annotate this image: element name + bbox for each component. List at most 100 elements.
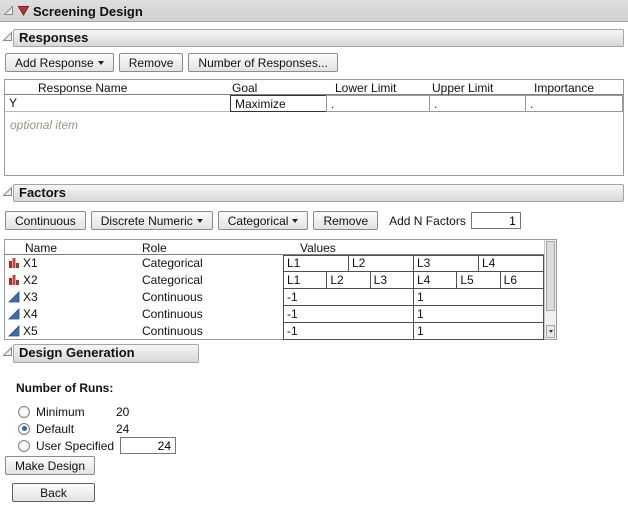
number-of-runs-label: Number of Runs:: [16, 381, 113, 395]
window-title: Screening Design: [33, 4, 143, 19]
design-generation-disclosure-icon[interactable]: [2, 346, 13, 357]
radio-minimum[interactable]: [18, 406, 30, 418]
radio-default[interactable]: [18, 423, 30, 435]
continuous-label: Continuous: [15, 214, 76, 228]
factor-value-cell[interactable]: 1: [413, 306, 544, 323]
factor-role-cell[interactable]: Continuous: [142, 306, 272, 323]
responses-header-label: Responses: [19, 30, 88, 45]
responses-table-header: Response Name Goal Lower Limit Upper Lim…: [5, 80, 623, 95]
remove-factor-label: Remove: [323, 214, 368, 228]
radio-user-specified-label: User Specified: [36, 439, 116, 453]
factor-value-cell[interactable]: L2: [326, 272, 370, 289]
responses-toolbar: Add Response Remove Number of Responses.…: [5, 53, 338, 72]
response-name-cell[interactable]: Y: [5, 95, 230, 112]
scroll-down-button[interactable]: [546, 325, 555, 338]
add-n-factors-input[interactable]: [471, 212, 521, 229]
remove-response-button[interactable]: Remove: [119, 53, 184, 72]
radio-minimum-label: Minimum: [36, 405, 116, 419]
column-header-response-name: Response Name: [38, 81, 127, 95]
factor-role-cell[interactable]: Categorical: [142, 272, 272, 289]
response-lower-limit-cell[interactable]: .: [326, 95, 430, 112]
add-response-label: Add Response: [15, 56, 94, 70]
column-header-upper-limit: Upper Limit: [432, 81, 493, 95]
add-n-factors-label: Add N Factors: [389, 214, 466, 228]
factor-values: -1 1: [283, 323, 544, 340]
column-header-role: Role: [142, 241, 167, 255]
factor-value-cell[interactable]: 1: [413, 289, 544, 306]
add-response-button[interactable]: Add Response: [5, 53, 114, 72]
factor-row: X2 Categorical L1 L2 L3 L4 L5 L6: [5, 272, 544, 289]
responses-section-header[interactable]: Responses: [13, 29, 624, 47]
response-importance-cell[interactable]: .: [525, 95, 623, 112]
factor-values: -1 1: [283, 306, 544, 323]
factor-values: L1 L2 L3 L4 L5 L6: [283, 272, 544, 289]
factor-name-cell[interactable]: X3: [23, 289, 103, 306]
factor-value-cell[interactable]: 1: [413, 323, 544, 340]
make-design-button[interactable]: Make Design: [5, 456, 95, 475]
column-header-goal: Goal: [232, 81, 257, 95]
response-row: Y Maximize . . .: [5, 95, 623, 112]
factor-role-cell[interactable]: Categorical: [142, 255, 272, 272]
factor-values: L1 L2 L3 L4: [283, 255, 544, 272]
radio-default-label: Default: [36, 422, 116, 436]
factor-value-cell[interactable]: L1: [283, 272, 327, 289]
factor-row: X3 Continuous -1 1: [5, 289, 544, 306]
categorical-icon: [8, 257, 20, 269]
scrollbar-thumb[interactable]: [546, 241, 555, 311]
red-triangle-menu-icon[interactable]: [17, 5, 30, 17]
factors-disclosure-icon[interactable]: [2, 186, 13, 197]
remove-factor-button[interactable]: Remove: [313, 211, 378, 230]
number-of-responses-label: Number of Responses...: [198, 56, 327, 70]
factors-toolbar: Continuous Discrete Numeric Categorical …: [5, 211, 521, 230]
factor-value-cell[interactable]: L3: [413, 255, 479, 272]
factor-value-cell[interactable]: -1: [283, 289, 414, 306]
factors-header-label: Factors: [19, 185, 66, 200]
factor-value-cell[interactable]: L4: [478, 255, 544, 272]
categorical-button[interactable]: Categorical: [218, 211, 309, 230]
factor-name-cell[interactable]: X2: [23, 272, 103, 289]
factor-value-cell[interactable]: L2: [348, 255, 414, 272]
factors-table-header: Name Role Values: [5, 240, 544, 255]
user-specified-input[interactable]: [120, 437, 176, 454]
column-header-values: Values: [300, 241, 336, 255]
factor-value-cell[interactable]: L6: [500, 272, 544, 289]
column-header-lower-limit: Lower Limit: [335, 81, 396, 95]
factor-values: -1 1: [283, 289, 544, 306]
factor-row: X4 Continuous -1 1: [5, 306, 544, 323]
factor-value-cell[interactable]: -1: [283, 323, 414, 340]
factor-value-cell[interactable]: L5: [456, 272, 500, 289]
factor-role-cell[interactable]: Continuous: [142, 289, 272, 306]
runs-option-minimum: Minimum 20: [18, 404, 129, 419]
response-upper-limit-cell[interactable]: .: [429, 95, 526, 112]
continuous-icon: [8, 291, 20, 303]
categorical-label: Categorical: [228, 214, 289, 228]
continuous-icon: [8, 308, 20, 320]
scroll-down-icon: [549, 330, 553, 333]
factors-section-header[interactable]: Factors: [13, 184, 624, 202]
factor-name-cell[interactable]: X1: [23, 255, 103, 272]
dropdown-arrow-icon: [98, 61, 104, 65]
back-button[interactable]: Back: [12, 483, 95, 502]
number-of-responses-button[interactable]: Number of Responses...: [188, 53, 337, 72]
minimum-runs-value: 20: [116, 405, 129, 419]
make-design-label: Make Design: [15, 459, 85, 473]
factor-value-cell[interactable]: L3: [370, 272, 414, 289]
dropdown-arrow-icon: [292, 219, 298, 223]
design-generation-header-label: Design Generation: [19, 345, 135, 360]
factors-table-body: X1 Categorical L1 L2 L3 L4 X2 Categorica…: [5, 255, 544, 340]
discrete-numeric-button[interactable]: Discrete Numeric: [91, 211, 213, 230]
radio-user-specified[interactable]: [18, 440, 30, 452]
responses-disclosure-icon[interactable]: [2, 31, 13, 42]
factor-name-cell[interactable]: X4: [23, 306, 103, 323]
disclosure-triangle-icon[interactable]: [3, 5, 14, 16]
factor-role-cell[interactable]: Continuous: [142, 323, 272, 340]
continuous-button[interactable]: Continuous: [5, 211, 86, 230]
response-goal-cell[interactable]: Maximize: [230, 95, 327, 112]
vertical-scrollbar[interactable]: [544, 240, 556, 339]
factor-name-cell[interactable]: X5: [23, 323, 103, 340]
factor-value-cell[interactable]: -1: [283, 306, 414, 323]
factor-value-cell[interactable]: L1: [283, 255, 349, 272]
factor-value-cell[interactable]: L4: [413, 272, 457, 289]
design-generation-section-header[interactable]: Design Generation: [13, 344, 199, 363]
column-header-importance: Importance: [534, 81, 594, 95]
